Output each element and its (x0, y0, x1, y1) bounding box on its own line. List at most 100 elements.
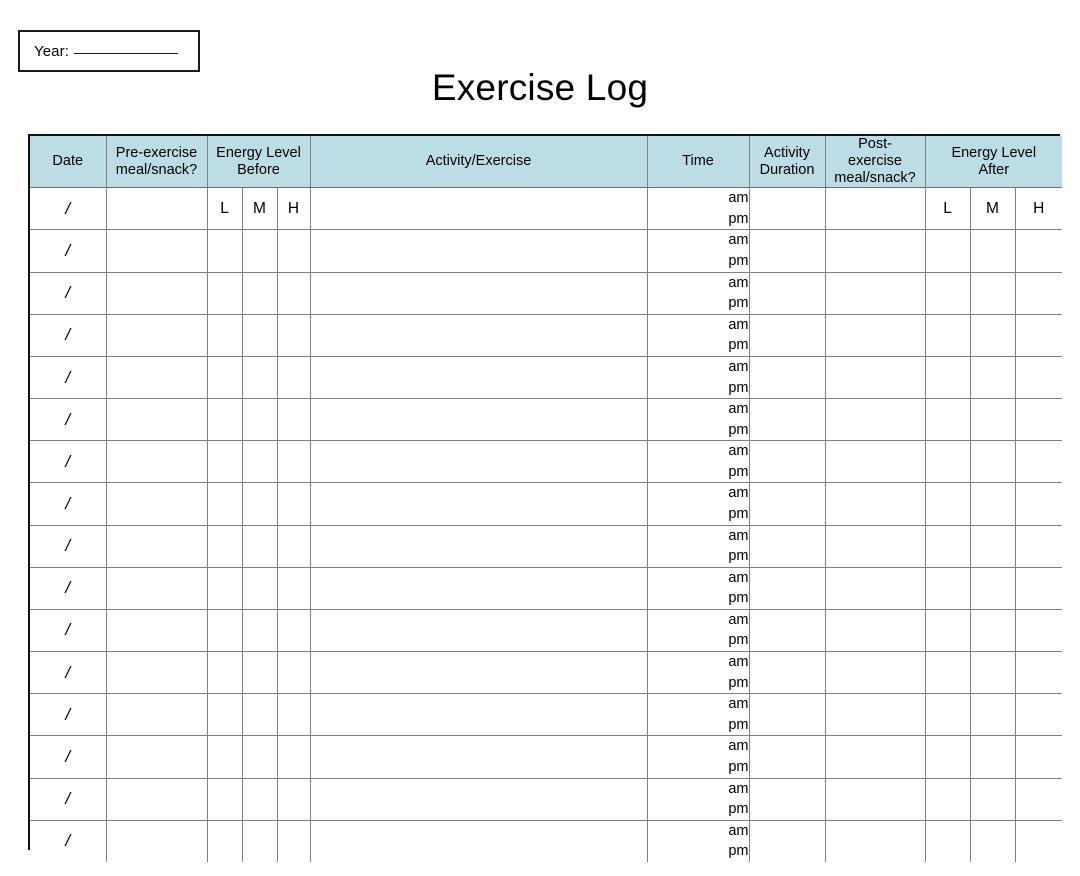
cell-post-exercise-meal[interactable] (824, 271, 926, 315)
cell-energy-after-m[interactable] (969, 735, 1016, 779)
cell-energy-before-l[interactable] (206, 819, 243, 862)
cell-time[interactable]: am pm (646, 229, 750, 273)
cell-energy-before-l[interactable] (206, 229, 243, 273)
cell-post-exercise-meal[interactable] (824, 229, 926, 273)
time-option-am[interactable]: am (648, 441, 748, 462)
cell-energy-after-m[interactable] (969, 440, 1016, 484)
cell-energy-after-h[interactable] (1014, 524, 1063, 568)
cell-energy-after-m[interactable]: M (969, 187, 1016, 231)
cell-time[interactable]: am pm (646, 524, 750, 568)
cell-post-exercise-meal[interactable] (824, 819, 926, 862)
cell-energy-before-m[interactable] (241, 693, 278, 737)
cell-date[interactable]: / (30, 735, 107, 779)
cell-post-exercise-meal[interactable] (824, 482, 926, 526)
cell-post-exercise-meal[interactable] (824, 608, 926, 653)
cell-energy-after-h[interactable] (1014, 229, 1063, 273)
cell-energy-before-h[interactable] (276, 777, 311, 821)
time-option-pm[interactable]: pm (648, 757, 748, 778)
time-option-pm[interactable]: pm (648, 715, 748, 736)
cell-energy-after-l[interactable] (924, 777, 971, 821)
cell-time[interactable]: am pm (646, 271, 750, 315)
cell-post-exercise-meal[interactable] (824, 355, 926, 400)
cell-energy-after-h[interactable] (1014, 777, 1063, 821)
cell-time[interactable]: am pm (646, 735, 750, 779)
cell-energy-before-m[interactable] (241, 651, 278, 695)
time-option-am[interactable]: am (648, 610, 748, 631)
cell-activity-exercise[interactable] (309, 271, 648, 315)
cell-time[interactable]: am pm (646, 608, 750, 653)
time-option-pm[interactable]: pm (648, 420, 748, 441)
cell-date[interactable]: / (30, 482, 107, 526)
cell-post-exercise-meal[interactable] (824, 566, 926, 610)
cell-energy-before-l[interactable] (206, 693, 243, 737)
cell-energy-after-m[interactable] (969, 608, 1016, 653)
cell-time[interactable]: am pm (646, 313, 750, 357)
cell-energy-before-h[interactable] (276, 482, 311, 526)
cell-date[interactable]: / (30, 777, 107, 821)
time-option-pm[interactable]: pm (648, 293, 748, 314)
cell-energy-after-h[interactable] (1014, 819, 1063, 862)
cell-energy-after-m[interactable] (969, 398, 1016, 442)
cell-energy-before-l[interactable] (206, 524, 243, 568)
cell-energy-before-m[interactable] (241, 777, 278, 821)
cell-energy-after-l[interactable] (924, 398, 971, 442)
cell-energy-before-h[interactable] (276, 819, 311, 862)
cell-activity-duration[interactable] (748, 735, 826, 779)
cell-energy-after-l[interactable] (924, 440, 971, 484)
time-option-am[interactable]: am (648, 483, 748, 504)
cell-energy-before-l[interactable] (206, 735, 243, 779)
cell-energy-after-l[interactable] (924, 693, 971, 737)
cell-activity-exercise[interactable] (309, 693, 648, 737)
cell-time[interactable]: am pm (646, 777, 750, 821)
cell-pre-exercise-meal[interactable] (105, 651, 208, 695)
cell-energy-after-l[interactable] (924, 313, 971, 357)
cell-energy-after-l[interactable] (924, 566, 971, 610)
cell-energy-before-l[interactable] (206, 440, 243, 484)
cell-energy-before-m[interactable] (241, 440, 278, 484)
cell-energy-after-h[interactable] (1014, 482, 1063, 526)
cell-post-exercise-meal[interactable] (824, 313, 926, 357)
cell-date[interactable]: / (30, 608, 107, 653)
cell-energy-after-h[interactable] (1014, 735, 1063, 779)
cell-energy-after-m[interactable] (969, 524, 1016, 568)
time-option-pm[interactable]: pm (648, 504, 748, 525)
cell-post-exercise-meal[interactable] (824, 440, 926, 484)
cell-activity-exercise[interactable] (309, 651, 648, 695)
cell-energy-after-m[interactable] (969, 777, 1016, 821)
time-option-pm[interactable]: pm (648, 841, 748, 862)
cell-energy-before-l[interactable] (206, 651, 243, 695)
cell-activity-duration[interactable] (748, 313, 826, 357)
cell-time[interactable]: am pm (646, 693, 750, 737)
cell-energy-after-h[interactable] (1014, 398, 1063, 442)
time-option-am[interactable]: am (648, 652, 748, 673)
cell-activity-exercise[interactable] (309, 777, 648, 821)
cell-energy-before-m[interactable]: M (241, 187, 278, 231)
cell-energy-before-m[interactable] (241, 735, 278, 779)
cell-energy-after-h[interactable] (1014, 355, 1063, 400)
cell-activity-duration[interactable] (748, 777, 826, 821)
cell-energy-before-h[interactable]: H (276, 187, 311, 231)
cell-energy-after-l[interactable] (924, 735, 971, 779)
year-box[interactable]: Year: (18, 30, 200, 72)
time-option-am[interactable]: am (648, 821, 748, 842)
cell-energy-after-m[interactable] (969, 313, 1016, 357)
cell-energy-after-h[interactable] (1014, 693, 1063, 737)
cell-energy-after-l[interactable] (924, 355, 971, 400)
cell-pre-exercise-meal[interactable] (105, 229, 208, 273)
cell-energy-before-h[interactable] (276, 313, 311, 357)
time-option-pm[interactable]: pm (648, 209, 748, 230)
cell-energy-after-m[interactable] (969, 819, 1016, 862)
cell-energy-before-h[interactable] (276, 735, 311, 779)
cell-time[interactable]: am pm (646, 398, 750, 442)
cell-pre-exercise-meal[interactable] (105, 777, 208, 821)
cell-activity-duration[interactable] (748, 651, 826, 695)
cell-date[interactable]: / (30, 524, 107, 568)
cell-activity-exercise[interactable] (309, 735, 648, 779)
cell-time[interactable]: am pm (646, 440, 750, 484)
time-option-am[interactable]: am (648, 273, 748, 294)
cell-activity-duration[interactable] (748, 524, 826, 568)
cell-energy-after-l[interactable] (924, 482, 971, 526)
cell-energy-before-m[interactable] (241, 271, 278, 315)
time-option-pm[interactable]: pm (648, 546, 748, 567)
cell-date[interactable]: / (30, 229, 107, 273)
